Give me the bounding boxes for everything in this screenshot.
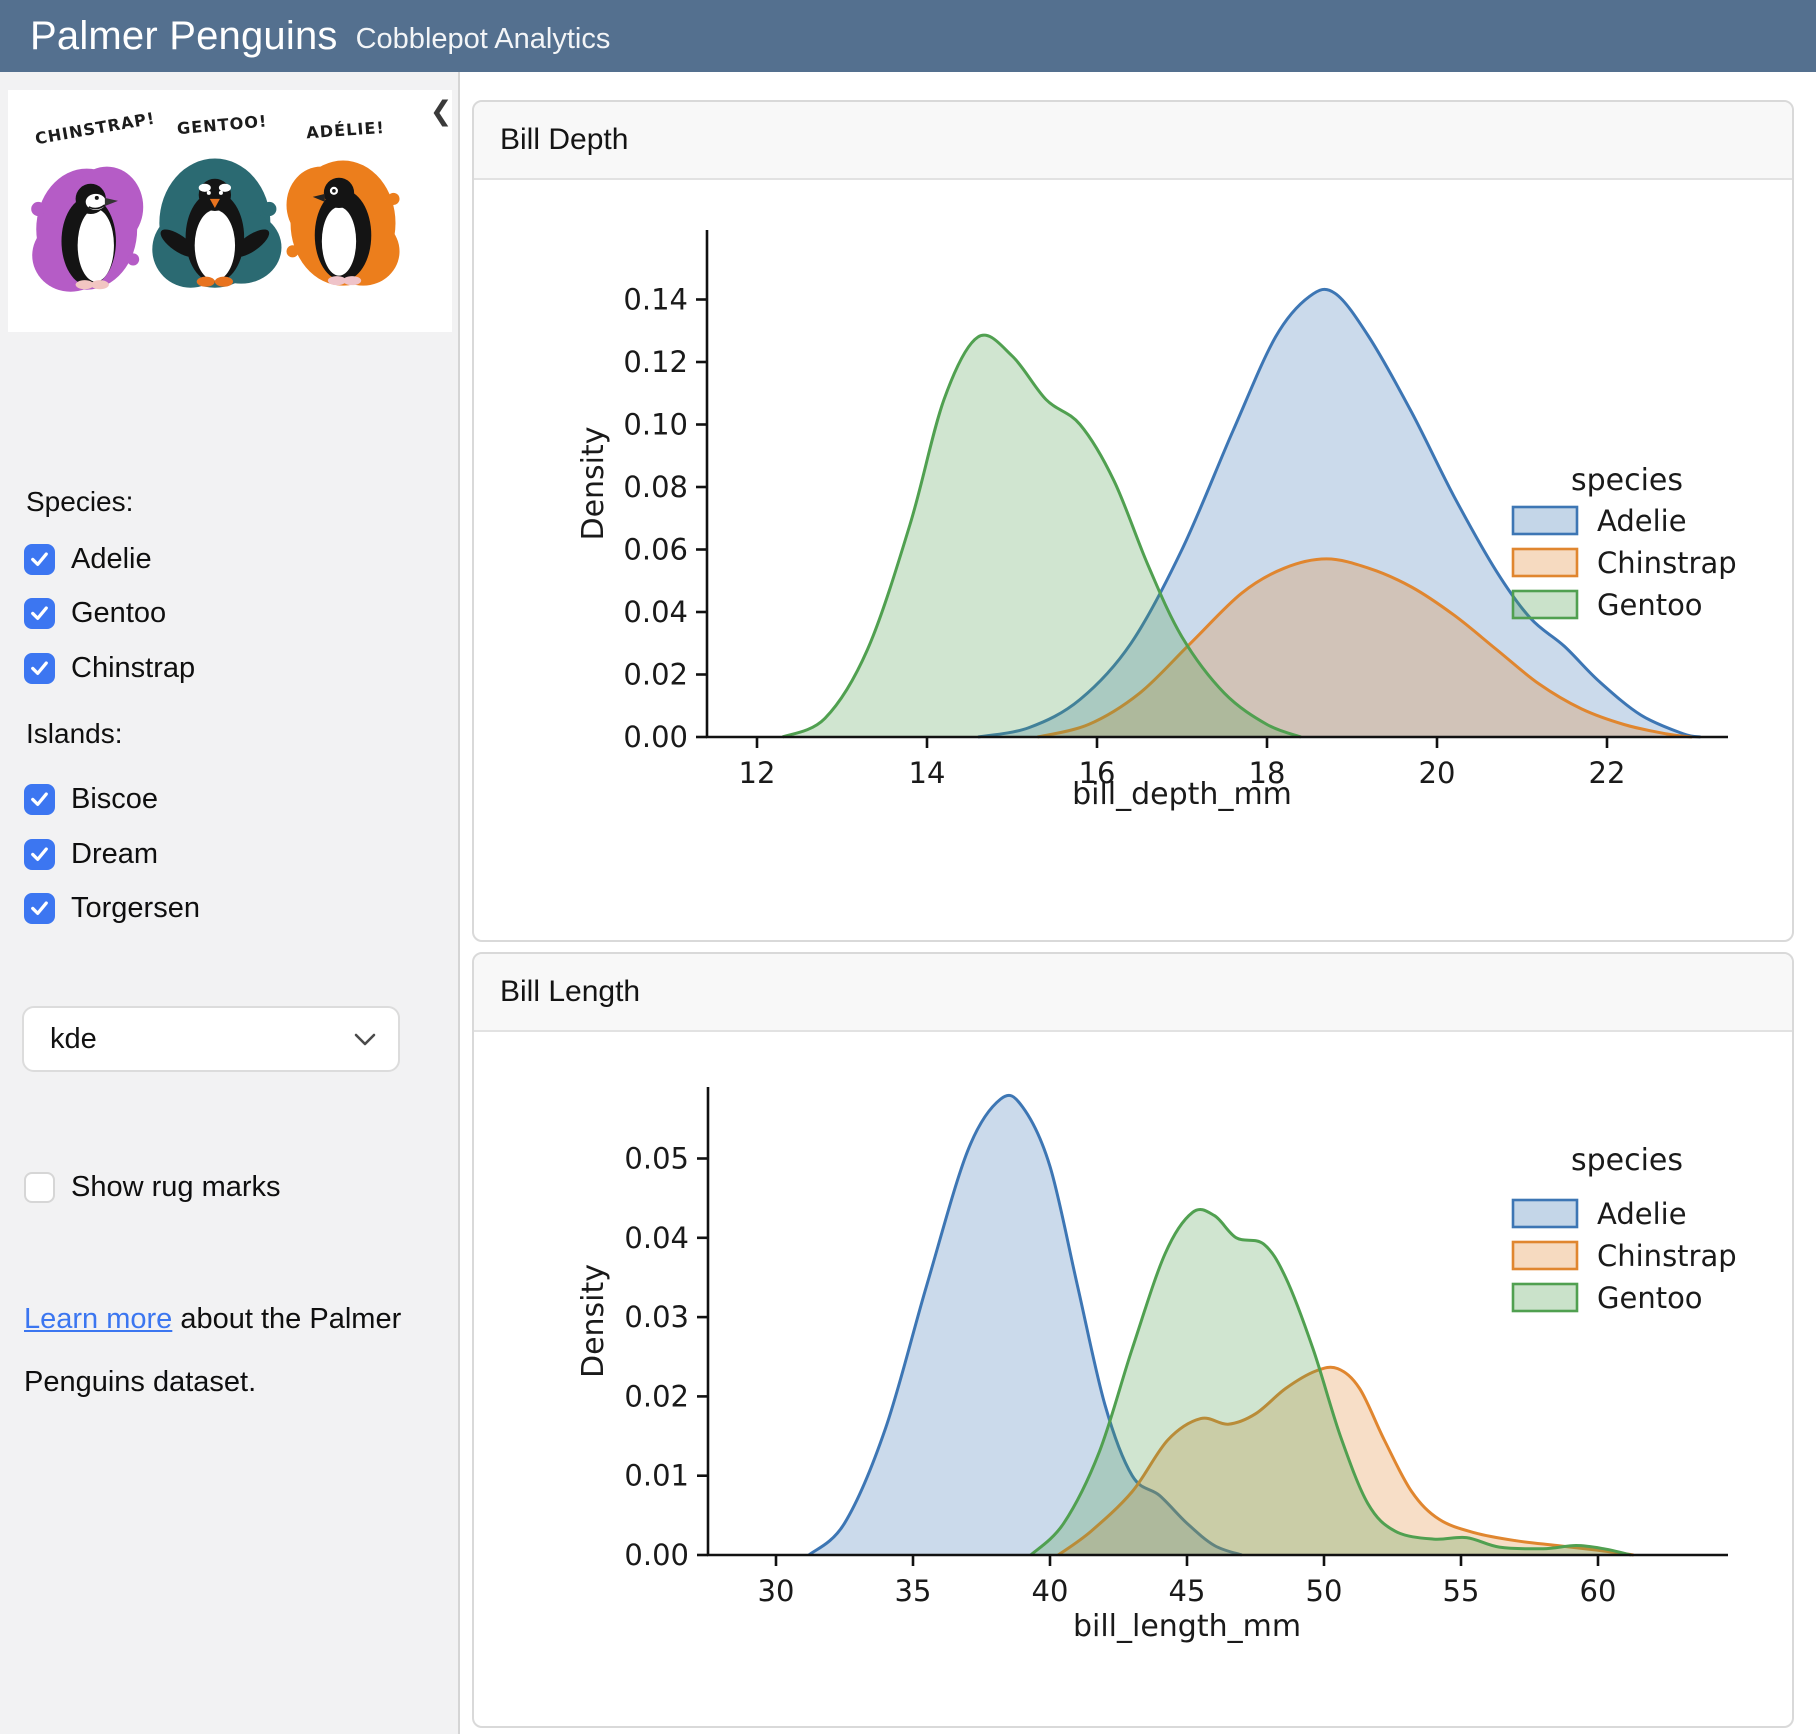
dream-checkbox-label: Dream — [71, 838, 158, 871]
chevron-down-icon — [354, 1033, 376, 1046]
app-title: Palmer Penguins — [30, 14, 338, 59]
legend-swatch-adelie — [1513, 507, 1577, 534]
bill-depth-card-title: Bill Depth — [500, 123, 628, 157]
penguin-artwork: CHINSTRAP! GENTOO! ADÉLIE! — [8, 90, 452, 332]
legend-label-gentoo: Gentoo — [1597, 588, 1703, 622]
x-tick-label: 14 — [909, 756, 946, 790]
legend-label-adelie: Adelie — [1597, 504, 1687, 538]
species-section-label: Species: — [26, 486, 133, 518]
legend-swatch-gentoo — [1513, 591, 1577, 618]
bill-length-plot: 30 35 40 45 50 55 60 0.00 0.01 0.02 0.03 0.04 0.05 bi… — [473, 1032, 1793, 1726]
checkbox-row-adelie[interactable]: Adelie — [24, 543, 152, 575]
y-tick-label: 0.05 — [624, 1142, 689, 1176]
y-tick-label: 0.02 — [623, 658, 688, 692]
y-tick-label: 0.12 — [623, 345, 688, 379]
checkbox-row-gentoo[interactable]: Gentoo — [24, 597, 166, 629]
y-tick-label: 0.01 — [624, 1459, 689, 1493]
legend-swatch-chinstrap — [1513, 1242, 1577, 1269]
x-tick-label: 60 — [1580, 1574, 1617, 1608]
y-tick-label: 0.08 — [623, 470, 688, 504]
gentoo-checkbox-label: Gentoo — [71, 597, 166, 630]
islands-section-label: Islands: — [26, 718, 123, 750]
learn-more-text: Learn more about the Palmer Penguins dat… — [24, 1288, 414, 1414]
adelie-checkbox-label: Adelie — [71, 543, 152, 576]
legend-label-adelie: Adelie — [1597, 1197, 1687, 1231]
x-tick-label: 35 — [895, 1574, 932, 1608]
app-subtitle: Cobblepot Analytics — [356, 23, 611, 56]
checkbox-row-dream[interactable]: Dream — [24, 838, 158, 870]
y-tick-label: 0.10 — [623, 408, 688, 442]
bill-depth-card-header: Bill Depth — [474, 102, 1792, 180]
check-icon — [26, 784, 53, 814]
x-axis-label: bill_length_mm — [1073, 1609, 1301, 1644]
adelie-checkbox[interactable] — [24, 544, 55, 575]
chinstrap-checkbox[interactable] — [24, 653, 55, 684]
y-tick-label: 0.04 — [624, 1221, 689, 1255]
gentoo-checkbox[interactable] — [24, 598, 55, 629]
biscoe-checkbox[interactable] — [24, 784, 55, 815]
checkbox-row-rug[interactable]: Show rug marks — [24, 1171, 281, 1203]
penguin-art-svg: CHINSTRAP! GENTOO! ADÉLIE! — [8, 90, 452, 332]
distribution-selected-value: kde — [50, 1023, 97, 1056]
rug-checkbox-label: Show rug marks — [71, 1171, 281, 1204]
y-tick-label: 0.03 — [624, 1300, 689, 1334]
y-axis-label: Density — [576, 1264, 611, 1378]
biscoe-checkbox-label: Biscoe — [71, 783, 158, 816]
x-tick-label: 20 — [1419, 756, 1456, 790]
x-tick-label: 45 — [1169, 1574, 1206, 1608]
check-icon — [26, 544, 53, 574]
sidebar: CHINSTRAP! GENTOO! ADÉLIE! ❮ Species: Ad… — [0, 72, 460, 1734]
learn-more-link[interactable]: Learn more — [24, 1303, 172, 1335]
x-tick-label: 22 — [1589, 756, 1626, 790]
bill-depth-plot: 1214161820220.000.020.040.060.080.100.12… — [473, 180, 1793, 940]
gentoo-blob — [152, 159, 281, 288]
check-icon — [26, 839, 53, 869]
x-tick-label: 12 — [739, 756, 776, 790]
legend-swatch-gentoo — [1513, 1284, 1577, 1311]
y-tick-label: 0.06 — [623, 533, 688, 567]
adelie-blob — [287, 161, 400, 286]
torgersen-checkbox-label: Torgersen — [71, 892, 200, 925]
legend-swatch-adelie — [1513, 1200, 1577, 1227]
legend-label-chinstrap: Chinstrap — [1597, 1239, 1737, 1273]
art-label-adelie: ADÉLIE! — [306, 118, 386, 142]
checkbox-row-biscoe[interactable]: Biscoe — [24, 783, 158, 815]
legend-title: species — [1571, 463, 1683, 498]
check-icon — [26, 893, 53, 923]
y-tick-label: 0.00 — [624, 1538, 689, 1572]
x-axis-label: bill_depth_mm — [1072, 777, 1292, 812]
legend-title: species — [1571, 1143, 1683, 1178]
y-axis-label: Density — [576, 426, 611, 540]
x-tick-label: 55 — [1443, 1574, 1480, 1608]
y-tick-label: 0.00 — [623, 720, 688, 754]
chinstrap-blob — [31, 167, 143, 292]
x-tick-label: 40 — [1032, 1574, 1069, 1608]
checkbox-row-torgersen[interactable]: Torgersen — [24, 892, 200, 924]
app-header: Palmer Penguins Cobblepot Analytics — [0, 0, 1816, 72]
dream-checkbox[interactable] — [24, 839, 55, 870]
distribution-select[interactable]: kde — [22, 1006, 400, 1072]
checkbox-row-chinstrap[interactable]: Chinstrap — [24, 652, 195, 684]
torgersen-checkbox[interactable] — [24, 893, 55, 924]
x-tick-label: 50 — [1306, 1574, 1343, 1608]
art-label-gentoo: GENTOO! — [176, 111, 268, 138]
chinstrap-checkbox-label: Chinstrap — [71, 652, 195, 685]
rug-checkbox[interactable] — [24, 1172, 55, 1203]
y-tick-label: 0.14 — [623, 283, 688, 317]
y-tick-label: 0.02 — [624, 1379, 689, 1413]
check-icon — [26, 598, 53, 628]
bill-length-card-title: Bill Length — [500, 975, 640, 1009]
art-label-chinstrap: CHINSTRAP! — [34, 109, 157, 149]
legend-label-chinstrap: Chinstrap — [1597, 546, 1737, 580]
bill-length-card-header: Bill Length — [474, 954, 1792, 1032]
legend-swatch-chinstrap — [1513, 549, 1577, 576]
x-tick-label: 30 — [758, 1574, 795, 1608]
legend-label-gentoo: Gentoo — [1597, 1281, 1703, 1315]
check-icon — [26, 653, 53, 683]
y-tick-label: 0.04 — [623, 595, 688, 629]
sidebar-collapse-icon[interactable]: ❮ — [428, 96, 454, 128]
